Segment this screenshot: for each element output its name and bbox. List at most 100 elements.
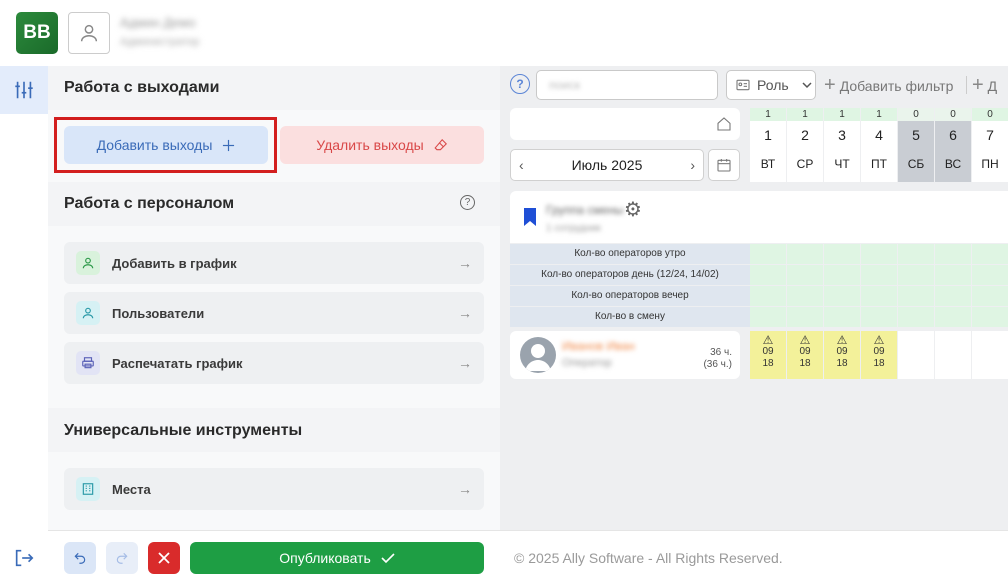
shift-end: 18 bbox=[762, 358, 774, 369]
tools-panel: Работа с выходами Добавить выходы Удалит… bbox=[48, 66, 500, 530]
month-selector[interactable]: ‹ Июль 2025 › bbox=[510, 149, 704, 181]
day-count: 0 bbox=[935, 108, 971, 121]
employee-card[interactable]: Иванов Иван Оператор 36 ч. (36 ч.) bbox=[510, 331, 740, 379]
shift-cell[interactable]: ⚠ 09 18 bbox=[824, 331, 860, 379]
places-item[interactable]: Места → bbox=[64, 468, 484, 510]
day-column[interactable]: 0 7 ПН bbox=[972, 108, 1008, 182]
check-icon bbox=[381, 553, 395, 564]
add-to-schedule-item[interactable]: Добавить в график → bbox=[64, 242, 484, 284]
metric-row-label: Кол-во операторов день (12/24, 14/02) bbox=[510, 265, 750, 285]
day-name: ЧТ bbox=[824, 149, 860, 182]
chevron-right-icon[interactable]: › bbox=[690, 157, 695, 173]
user-name: Админ Демо bbox=[120, 15, 196, 30]
shift-end: 18 bbox=[873, 358, 885, 369]
publish-button[interactable]: Опубликовать bbox=[190, 542, 484, 574]
undo-icon bbox=[74, 552, 86, 564]
user-icon bbox=[80, 24, 98, 42]
day-column[interactable]: 1 4 ПТ bbox=[861, 108, 897, 182]
cancel-button[interactable] bbox=[148, 542, 180, 574]
metric-row-label: Кол-во операторов утро bbox=[510, 244, 750, 264]
shifts-section-title: Работа с выходами bbox=[64, 79, 220, 96]
delete-shifts-button[interactable]: Удалить выходы bbox=[280, 126, 484, 164]
search-placeholder: поиск bbox=[549, 78, 581, 92]
group-name: Группа смены bbox=[546, 203, 624, 217]
metric-cell bbox=[787, 265, 823, 285]
print-schedule-item[interactable]: Распечатать график → bbox=[64, 342, 484, 384]
places-label: Места bbox=[112, 481, 151, 497]
shift-cell[interactable]: ⚠ 09 18 bbox=[750, 331, 786, 379]
undo-button[interactable] bbox=[64, 542, 96, 574]
logo-text: BB bbox=[23, 22, 51, 43]
role-filter-select[interactable]: Роль bbox=[726, 70, 816, 100]
group-card: Группа смены ⚙ 1 сотрудник bbox=[510, 191, 1008, 243]
bookmark-icon[interactable] bbox=[522, 207, 538, 227]
day-column[interactable]: 1 2 СР bbox=[787, 108, 823, 182]
eraser-icon bbox=[434, 138, 447, 151]
logout-button[interactable] bbox=[12, 546, 36, 570]
metric-cell bbox=[935, 244, 971, 264]
users-label: Пользователи bbox=[112, 305, 205, 321]
day-number: 4 bbox=[861, 121, 897, 149]
delete-shifts-label: Удалить выходы bbox=[316, 137, 424, 153]
add-to-schedule-label: Добавить в график bbox=[112, 255, 237, 271]
tools-section-header: Универсальные инструменты bbox=[48, 408, 500, 452]
shifts-section-header: Работа с выходами bbox=[48, 66, 500, 110]
metric-cell bbox=[972, 286, 1008, 306]
search-input[interactable]: поиск bbox=[536, 70, 718, 100]
metric-cell bbox=[787, 244, 823, 264]
role-filter-label: Роль bbox=[757, 77, 789, 93]
logout-icon bbox=[15, 549, 34, 567]
day-number: 3 bbox=[824, 121, 860, 149]
day-column[interactable]: 1 3 ЧТ bbox=[824, 108, 860, 182]
app-logo[interactable]: BB bbox=[16, 12, 58, 54]
day-number: 1 bbox=[750, 121, 786, 149]
bottom-bar: Опубликовать © 2025 Ally Software - All … bbox=[48, 530, 1008, 585]
add-filter-label: Добавить фильтр bbox=[839, 77, 954, 94]
building-icon bbox=[76, 477, 100, 501]
day-number: 2 bbox=[787, 121, 823, 149]
app-header: BB Админ Демо Администратор bbox=[0, 0, 1008, 66]
chevron-left-icon[interactable]: ‹ bbox=[519, 157, 524, 173]
rail-tools-button[interactable] bbox=[0, 66, 48, 114]
month-label: Июль 2025 bbox=[571, 157, 643, 173]
shift-cell[interactable]: ⚠ 09 18 bbox=[787, 331, 823, 379]
day-number: 5 bbox=[898, 121, 934, 149]
redo-button[interactable] bbox=[106, 542, 138, 574]
arrow-right-icon: → bbox=[458, 355, 472, 371]
day-column[interactable]: 0 5 СБ bbox=[898, 108, 934, 182]
day-count: 1 bbox=[861, 108, 897, 121]
id-card-icon bbox=[736, 79, 750, 91]
home-bar bbox=[510, 108, 740, 140]
group-subtitle: 1 сотрудник bbox=[546, 223, 601, 234]
gear-icon[interactable]: ⚙ bbox=[624, 197, 642, 222]
employee-hours-sub: (36 ч.) bbox=[703, 359, 732, 370]
employee-position: Оператор bbox=[562, 357, 612, 369]
add-filter-button[interactable]: + Добавить фильтр bbox=[824, 74, 953, 97]
arrow-right-icon: → bbox=[458, 481, 472, 497]
empty-shift-cell[interactable] bbox=[898, 331, 934, 379]
shift-start: 09 bbox=[762, 346, 774, 357]
help-icon[interactable]: ? bbox=[510, 74, 530, 94]
warning-icon: ⚠ bbox=[799, 333, 811, 347]
day-count: 1 bbox=[824, 108, 860, 121]
empty-shift-cell[interactable] bbox=[972, 331, 1008, 379]
metric-cell bbox=[750, 265, 786, 285]
employee-name: Иванов Иван bbox=[562, 339, 635, 353]
calendar-icon bbox=[717, 159, 731, 172]
schedule-area: ? поиск Роль + Добавить фильтр + Д ‹ Июл… bbox=[500, 66, 1008, 530]
arrow-right-icon: → bbox=[458, 255, 472, 271]
day-column[interactable]: 0 6 ВС bbox=[935, 108, 971, 182]
calendar-button[interactable] bbox=[708, 149, 740, 181]
home-icon[interactable] bbox=[716, 116, 732, 132]
add-filter-button-2[interactable]: + Д bbox=[972, 74, 997, 97]
shift-cell[interactable]: ⚠ 09 18 bbox=[861, 331, 897, 379]
user-avatar[interactable] bbox=[68, 12, 110, 54]
printer-icon bbox=[76, 351, 100, 375]
shift-start: 09 bbox=[799, 346, 811, 357]
help-icon[interactable]: ? bbox=[460, 195, 475, 210]
day-count: 0 bbox=[972, 108, 1008, 121]
add-shifts-button[interactable]: Добавить выходы bbox=[64, 126, 268, 164]
empty-shift-cell[interactable] bbox=[935, 331, 971, 379]
users-item[interactable]: Пользователи → bbox=[64, 292, 484, 334]
day-column[interactable]: 1 1 ВТ bbox=[750, 108, 786, 182]
